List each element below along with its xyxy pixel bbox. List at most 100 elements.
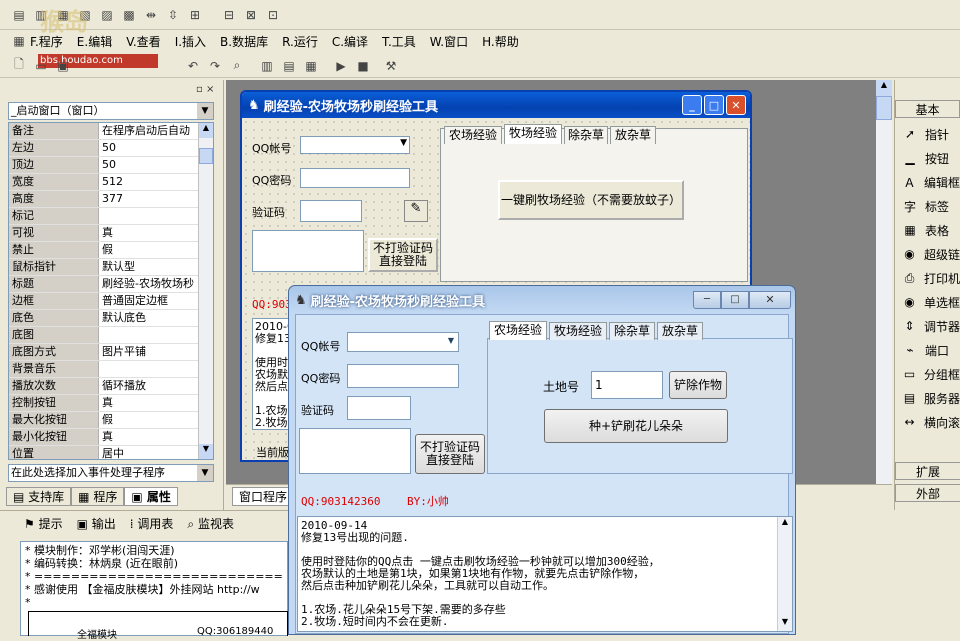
tab-window-program[interactable]: 窗口程序 — [232, 487, 295, 506]
property-value[interactable]: 循环播放 — [99, 378, 213, 394]
menu-insert[interactable]: I.插入 — [175, 33, 206, 50]
center-h-icon[interactable]: ⊟ — [220, 6, 238, 24]
property-value[interactable]: 真 — [99, 429, 213, 445]
event-select[interactable]: 在此处选择加入事件处理子程序 ▼ — [8, 464, 214, 482]
runtime-pwd-input[interactable] — [347, 364, 459, 388]
scroll-up-icon[interactable]: ▲ — [199, 123, 213, 138]
maximize-icon[interactable]: □ — [704, 95, 724, 115]
minimize-icon[interactable]: ─ — [693, 291, 721, 309]
design-ranch-exp-button[interactable]: 一键刷牧场经验（不需要放蚊子） — [498, 180, 684, 220]
menu-run[interactable]: R.运行 — [282, 33, 318, 50]
property-row[interactable]: 底图方式 图片平铺 — [9, 344, 213, 361]
chevron-down-icon[interactable]: ▼ — [448, 336, 454, 345]
property-row[interactable]: 左边 50 — [9, 140, 213, 157]
toolbox-item[interactable]: ▁ 按钮 — [895, 146, 960, 170]
stop-icon[interactable]: ■ — [354, 57, 372, 75]
property-value[interactable]: 377 — [99, 191, 213, 207]
runtime-login-button[interactable]: 不打验证码 直接登陆 — [415, 434, 485, 474]
runtime-qq-combo[interactable]: ▼ — [347, 332, 459, 352]
object-select[interactable]: _启动窗口（窗口） ▼ — [8, 102, 214, 120]
runtime-tab-ranch[interactable]: 牧场经验 — [549, 322, 607, 340]
open-icon[interactable]: ▭ — [32, 57, 50, 75]
property-row[interactable]: 鼠标指针 默认型 — [9, 259, 213, 276]
tab-properties[interactable]: ▣ 属性 — [124, 486, 178, 506]
property-value[interactable]: 真 — [99, 395, 213, 411]
toolbox-item[interactable]: ▭ 分组框 — [895, 362, 960, 386]
property-value[interactable]: 图片平铺 — [99, 344, 213, 360]
property-row[interactable]: 最大化按钮假 — [9, 412, 213, 429]
log-scrollbar[interactable]: ▲ ▼ — [777, 517, 792, 631]
property-value[interactable]: 真 — [99, 225, 213, 241]
chevron-down-icon[interactable]: ▼ — [197, 465, 213, 481]
design-tab-farm[interactable]: 农场经验 — [444, 126, 502, 144]
property-row[interactable]: 禁止假 — [9, 242, 213, 259]
design-tab-weed-remove[interactable]: 除杂草 — [564, 126, 608, 144]
chevron-down-icon[interactable]: ▼ — [400, 138, 407, 148]
toolbox-external-tab[interactable]: 外部 — [895, 484, 960, 502]
menu-window[interactable]: W.窗口 — [430, 33, 468, 50]
debug-icon[interactable]: ⚒ — [382, 57, 400, 75]
maximize-icon[interactable]: □ — [721, 291, 749, 309]
property-row[interactable]: 高度 377 — [9, 191, 213, 208]
scroll-thumb[interactable] — [876, 96, 892, 120]
menu-compile[interactable]: C.编译 — [332, 33, 368, 50]
property-row[interactable]: 背景音乐 — [9, 361, 213, 378]
property-row[interactable]: 边框 普通固定边框 — [9, 293, 213, 310]
design-tab-ranch[interactable]: 牧场经验 — [504, 124, 562, 144]
scroll-up-icon[interactable]: ▲ — [876, 80, 892, 96]
property-value[interactable]: 刷经验-农场牧场秒 — [99, 276, 213, 292]
property-value[interactable]: 假 — [99, 242, 213, 258]
toolbox-item[interactable]: 字标签 — [895, 194, 960, 218]
undo-icon[interactable]: ↶ — [184, 57, 202, 75]
menu-help[interactable]: H.帮助 — [482, 33, 519, 50]
layout3-icon[interactable]: ▦ — [302, 57, 320, 75]
scroll-thumb[interactable] — [199, 148, 213, 164]
tab-watch[interactable]: ⌕ 监视表 — [187, 515, 234, 532]
scroll-down-icon[interactable]: ▼ — [778, 617, 792, 631]
property-row[interactable]: 可视真 — [9, 225, 213, 242]
spacing-v-icon[interactable]: ⇳ — [164, 6, 182, 24]
toolbox-item[interactable]: ⌁ 端口 — [895, 338, 960, 362]
property-row[interactable]: 底色 默认底色 — [9, 310, 213, 327]
remove-crop-button[interactable]: 铲除作物 — [669, 371, 727, 399]
toolbox-header[interactable]: 基本 — [895, 100, 960, 118]
run-icon[interactable]: ▶ — [332, 57, 350, 75]
runtime-tab-farm[interactable]: 农场经验 — [489, 321, 547, 340]
property-row[interactable]: 标题 刷经验-农场牧场秒 — [9, 276, 213, 293]
property-value[interactable]: 默认型 — [99, 259, 213, 275]
property-row[interactable]: 顶边 50 — [9, 157, 213, 174]
property-value[interactable]: 50 — [99, 157, 213, 173]
property-value[interactable]: 假 — [99, 412, 213, 428]
close-icon[interactable]: ✕ — [726, 95, 746, 115]
property-scrollbar[interactable]: ▲ ▼ — [198, 123, 213, 459]
new-icon[interactable]: 🗋 — [10, 57, 28, 75]
toolbox-item[interactable]: ↔ 横向滚 — [895, 410, 960, 434]
captcha-icon[interactable]: ✎ — [404, 200, 428, 222]
minimize-icon[interactable]: _ — [682, 95, 702, 115]
design-tab-weed-place[interactable]: 放杂草 — [610, 126, 656, 144]
land-number-input[interactable]: 1 — [591, 371, 663, 399]
toolbox-item[interactable]: ⎙ 打印机 — [895, 266, 960, 290]
property-value[interactable]: 在程序启动后自动 — [99, 123, 213, 139]
toolbox-item[interactable]: Ａ 编辑框 — [895, 170, 960, 194]
property-value[interactable]: 512 — [99, 174, 213, 190]
panel-close-icon[interactable]: ▫ × — [196, 84, 214, 95]
design-code-input[interactable] — [300, 200, 362, 222]
design-login-button[interactable]: 不打验证码 直接登陆 — [368, 238, 438, 272]
property-value[interactable] — [99, 208, 213, 224]
toolbox-item[interactable]: ⇕ 调节器 — [895, 314, 960, 338]
property-row[interactable]: 宽度 512 — [9, 174, 213, 191]
tab-program[interactable]: ▦ 程序 — [71, 486, 125, 506]
property-value[interactable]: 默认底色 — [99, 310, 213, 326]
property-row[interactable]: 标记 — [9, 208, 213, 225]
layout2-icon[interactable]: ▤ — [280, 57, 298, 75]
runtime-code-input[interactable] — [347, 396, 411, 420]
runtime-tab-weed-place[interactable]: 放杂草 — [657, 322, 703, 340]
property-row[interactable]: 底图 — [9, 327, 213, 344]
property-value[interactable] — [99, 361, 213, 377]
property-value[interactable]: 普通固定边框 — [99, 293, 213, 309]
property-value[interactable] — [99, 327, 213, 343]
menu-program[interactable]: F.程序 — [30, 33, 63, 50]
menu-view[interactable]: V.查看 — [126, 33, 160, 50]
center-icon[interactable]: ⊡ — [264, 6, 282, 24]
